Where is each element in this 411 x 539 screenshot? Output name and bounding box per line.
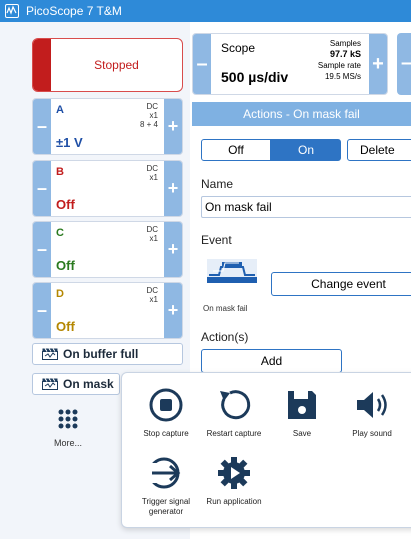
name-label: Name: [201, 177, 234, 191]
samples-value: 97.7 kS: [329, 49, 361, 59]
channel-d-range: Off: [56, 319, 75, 334]
channel-d-coupling: DC x1: [146, 286, 158, 304]
run-application-label: Run application: [206, 497, 262, 506]
stop-icon: [149, 388, 183, 422]
stop-capture-label: Stop capture: [143, 429, 189, 438]
restart-capture-label: Restart capture: [206, 429, 262, 438]
app-logo-icon: [5, 4, 19, 18]
event-caption: On mask fail: [203, 304, 248, 313]
channel-b-decrease-button[interactable]: –: [33, 161, 51, 216]
channel-a-decrease-button[interactable]: –: [33, 99, 51, 154]
gear-icon: [218, 457, 250, 489]
toggle-off-button[interactable]: Off: [201, 139, 271, 161]
run-application-option[interactable]: Run application: [198, 455, 270, 507]
play-sound-label: Play sound: [352, 429, 392, 438]
name-field[interactable]: On mask fail: [201, 196, 411, 218]
trigger-signal-generator-label: Trigger signal generator: [141, 497, 191, 516]
channel-a-coupling: DC x1 8 + 4: [140, 102, 158, 129]
channel-a-range: ±1 V: [56, 135, 83, 150]
restart-icon: [220, 390, 251, 420]
channel-d-coupling-mode: DC: [146, 286, 158, 295]
more-label: More...: [53, 438, 82, 448]
channel-d-probe: x1: [149, 295, 158, 304]
mask-fail-event-icon: [207, 259, 257, 283]
actions-label: Action(s): [201, 330, 249, 344]
clapperboard-icon: [42, 348, 58, 360]
grid-dots-icon: [58, 409, 78, 429]
action-chooser-popup: Stop capture Restart capture Save Play s…: [121, 372, 411, 528]
channel-c-coupling: DC x1: [146, 225, 158, 243]
scope-title: Scope: [221, 41, 256, 55]
channel-b-name: B: [56, 166, 64, 178]
next-control-decrease-button[interactable]: –: [397, 33, 411, 95]
change-event-button[interactable]: Change event: [271, 272, 411, 296]
channel-c-increase-button[interactable]: +: [164, 222, 182, 277]
channel-c-decrease-button[interactable]: –: [33, 222, 51, 277]
on-mask-button[interactable]: On mask: [32, 373, 120, 395]
channel-d-increase-button[interactable]: +: [164, 283, 182, 338]
channel-c-control[interactable]: – C DC x1 Off +: [32, 221, 183, 278]
channel-d-name: D: [56, 288, 64, 300]
channel-b-range: Off: [56, 197, 75, 212]
delete-button[interactable]: Delete: [347, 139, 411, 161]
channel-a-extra: 8 + 4: [139, 120, 158, 129]
channel-b-increase-button[interactable]: +: [164, 161, 182, 216]
restart-capture-option[interactable]: Restart capture: [198, 387, 270, 439]
channel-b-coupling-mode: DC: [146, 164, 158, 173]
stop-indicator: [33, 39, 51, 91]
toggle-on-button[interactable]: On: [271, 139, 341, 161]
channel-a-name: A: [56, 104, 64, 116]
channel-a-control[interactable]: – A DC x1 8 + 4 ±1 V +: [32, 98, 183, 155]
on-buffer-full-label: On buffer full: [63, 347, 139, 361]
channel-a-coupling-mode: DC: [146, 102, 158, 111]
signal-generator-icon: [148, 457, 181, 489]
save-label: Save: [292, 429, 312, 438]
speaker-icon: [357, 392, 387, 418]
timebase-increase-button[interactable]: +: [369, 34, 387, 94]
channel-a-increase-button[interactable]: +: [164, 99, 182, 154]
channel-b-coupling: DC x1: [146, 164, 158, 182]
channel-d-control[interactable]: – D DC x1 Off +: [32, 282, 183, 339]
more-button[interactable]: More...: [48, 407, 88, 448]
channel-c-coupling-mode: DC: [146, 225, 158, 234]
run-state-label: Stopped: [94, 58, 139, 72]
clapperboard-icon: [42, 378, 58, 390]
timebase-decrease-button[interactable]: –: [193, 34, 211, 94]
save-option[interactable]: Save: [266, 387, 338, 439]
window-title: PicoScope 7 T&M: [26, 4, 122, 18]
add-action-button[interactable]: Add: [201, 349, 342, 373]
timebase-control[interactable]: – Scope 500 µs/div Samples 97.7 kS Sampl…: [192, 33, 388, 95]
save-icon: [288, 391, 316, 419]
channel-a-probe: x1: [149, 111, 158, 120]
app-window: PicoScope 7 T&M Stopped – A DC x1 8 + 4 …: [0, 0, 411, 539]
title-bar: PicoScope 7 T&M: [0, 0, 411, 22]
sample-rate-value: 19.5 MS/s: [324, 72, 361, 81]
channel-c-name: C: [56, 227, 64, 239]
channel-b-control[interactable]: – B DC x1 Off +: [32, 160, 183, 217]
trigger-signal-generator-option[interactable]: Trigger signal generator: [130, 455, 202, 517]
channel-c-range: Off: [56, 258, 75, 273]
play-sound-option[interactable]: Play sound: [336, 387, 408, 439]
samples-label: Samples: [329, 39, 361, 48]
timebase-value: 500 µs/div: [221, 69, 289, 85]
run-stop-button[interactable]: Stopped: [32, 38, 183, 92]
actions-panel-header: Actions - On mask fail: [192, 102, 411, 126]
channel-b-probe: x1: [149, 173, 158, 182]
on-buffer-full-button[interactable]: On buffer full: [32, 343, 183, 365]
stop-capture-option[interactable]: Stop capture: [130, 387, 202, 439]
channel-c-probe: x1: [149, 234, 158, 243]
event-label: Event: [201, 233, 232, 247]
on-mask-label: On mask: [63, 377, 114, 391]
sample-rate-label: Sample rate: [317, 61, 361, 70]
channel-d-decrease-button[interactable]: –: [33, 283, 51, 338]
